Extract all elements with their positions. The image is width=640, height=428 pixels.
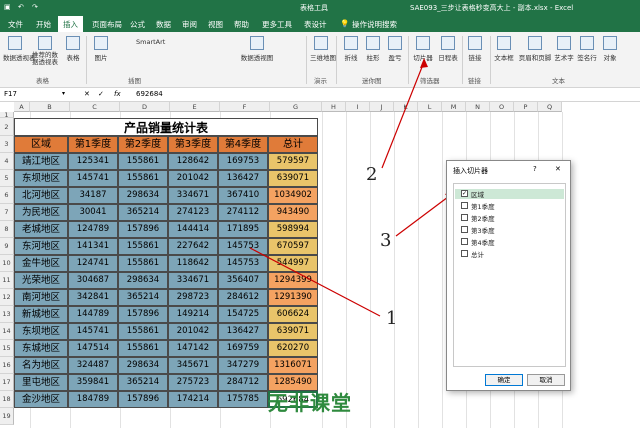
field-checkbox[interactable] (461, 238, 468, 245)
dialog-title: 插入切片器 (453, 167, 488, 175)
field-label[interactable]: 第2季度 (471, 213, 495, 223)
field-label[interactable]: 总计 (471, 249, 484, 259)
help-icon[interactable]: ? (533, 165, 537, 173)
field-checkbox[interactable] (461, 226, 468, 233)
arrow-2 (381, 61, 425, 169)
annotation-label-3: 3 (380, 230, 392, 251)
cancel-button[interactable]: 取消 (527, 374, 565, 386)
arrow-2-head (420, 58, 428, 68)
insert-slicer-dialog[interactable]: 插入切片器 ? ✕ ✓ 区域第1季度第2季度第3季度第4季度总计 确定 取消 (446, 160, 571, 391)
arrow-1 (249, 247, 381, 317)
annotation-label-2: 2 (366, 164, 378, 185)
field-list: ✓ 区域第1季度第2季度第3季度第4季度总计 (453, 183, 566, 367)
field-checkbox[interactable] (461, 202, 468, 209)
field-label[interactable]: 第3季度 (471, 225, 495, 235)
field-checkbox[interactable] (461, 214, 468, 221)
field-checkbox[interactable] (461, 250, 468, 257)
arrow-3 (395, 193, 453, 237)
field-label[interactable]: 第4季度 (471, 237, 495, 247)
annotation-label-1: 1 (386, 308, 398, 329)
field-label[interactable]: 第1季度 (471, 201, 495, 211)
field-label[interactable]: 区域 (471, 189, 484, 199)
close-icon[interactable]: ✕ (555, 165, 561, 173)
field-checkbox[interactable]: ✓ (461, 190, 468, 197)
ok-button[interactable]: 确定 (485, 374, 523, 386)
